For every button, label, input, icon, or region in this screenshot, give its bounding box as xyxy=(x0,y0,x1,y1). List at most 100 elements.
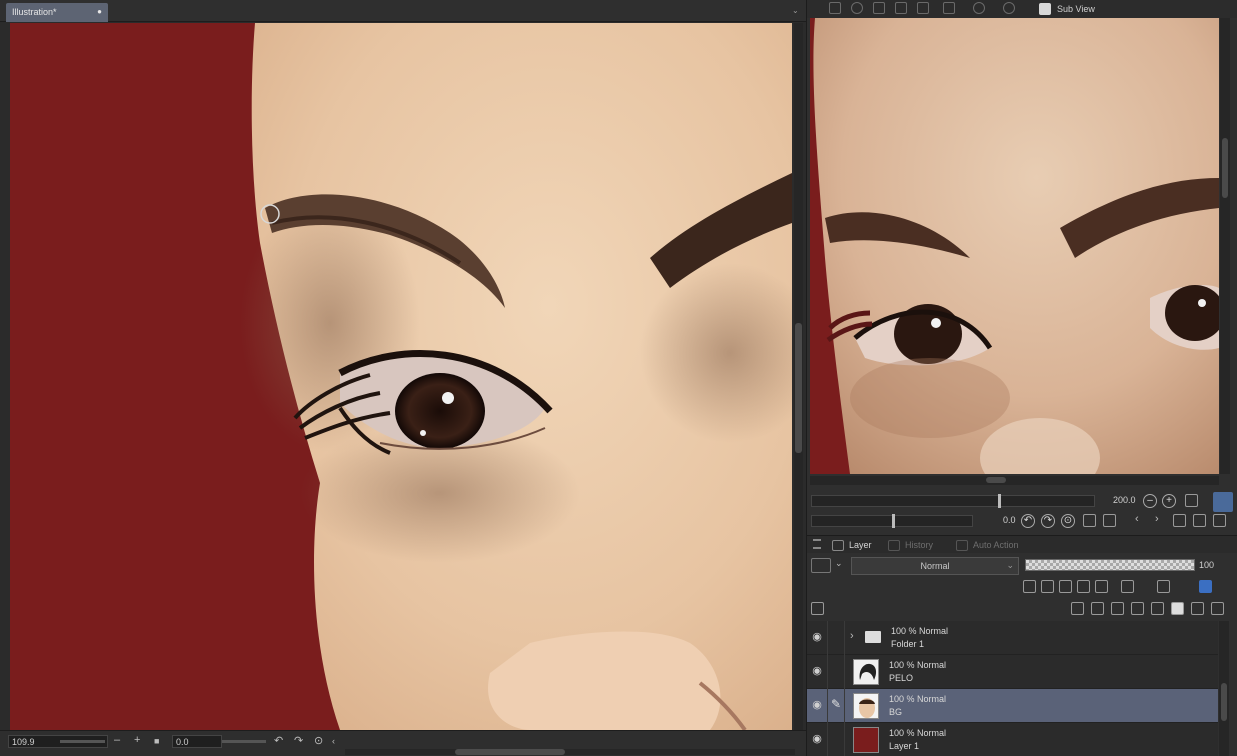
layer-row-folder-1[interactable]: ◉ › 100 % Normal Folder 1 xyxy=(807,621,1218,655)
rotate-left-icon[interactable]: ↶ xyxy=(274,734,283,747)
layer-property-row xyxy=(807,577,1237,597)
scrollbar-thumb[interactable] xyxy=(1221,683,1227,721)
flip-horizontal-icon[interactable] xyxy=(1083,514,1096,527)
tab-sub-view[interactable]: Sub View xyxy=(1035,1,1113,17)
zoom-out-button[interactable]: – xyxy=(114,734,120,746)
rotate-right-icon[interactable]: ↷ xyxy=(294,734,303,747)
canvas-horizontal-scrollbar[interactable] xyxy=(345,749,795,755)
open-folder-icon[interactable] xyxy=(1173,514,1186,527)
scrollbar-thumb[interactable] xyxy=(1222,138,1228,198)
layer-color-icon[interactable] xyxy=(811,558,831,573)
blend-mode-select[interactable]: Normal ⌄ xyxy=(851,557,1019,575)
document-tab[interactable]: Illustration* ● xyxy=(6,3,108,22)
combine-down-icon[interactable] xyxy=(1151,602,1164,615)
trash-icon[interactable] xyxy=(1213,514,1226,527)
monitor-icon[interactable] xyxy=(943,2,955,14)
new-image-icon[interactable] xyxy=(1193,514,1206,527)
transfer-down-icon[interactable] xyxy=(1131,602,1144,615)
new-folder-icon[interactable] xyxy=(1111,602,1124,615)
reference-layer-icon[interactable] xyxy=(1041,580,1054,593)
close-tab-icon[interactable]: ● xyxy=(97,7,102,16)
clip-icon[interactable] xyxy=(1023,580,1036,593)
layer-color-swatch-icon[interactable] xyxy=(1199,580,1212,593)
layer-row-bg[interactable]: ◉ ✎ 100 % Normal BG xyxy=(807,689,1218,723)
eye-icon[interactable]: ◉ xyxy=(810,664,824,678)
lock-transparent-icon[interactable] xyxy=(1095,580,1108,593)
reset-rotation-icon[interactable]: ⊙ xyxy=(1061,514,1075,528)
edit-target-cell[interactable] xyxy=(827,621,845,655)
create-mask-icon[interactable] xyxy=(1171,602,1184,615)
layer-list-scrollbar[interactable] xyxy=(1219,621,1229,756)
rotate-left-icon[interactable]: ↶ xyxy=(1021,514,1035,528)
apply-mask-icon[interactable] xyxy=(1191,602,1204,615)
reset-rotation-icon[interactable]: ⊙ xyxy=(314,734,323,747)
mask-icon[interactable] xyxy=(1121,580,1134,593)
import-image-icon[interactable] xyxy=(829,2,841,14)
eye-icon[interactable]: ◉ xyxy=(810,732,824,746)
scrollbar-thumb[interactable] xyxy=(986,477,1006,483)
new-raster-layer-icon[interactable] xyxy=(1071,602,1084,615)
subview-rotation-slider[interactable] xyxy=(811,514,973,528)
chevron-right-icon[interactable]: › xyxy=(850,630,854,642)
previous-image-icon[interactable]: ‹ xyxy=(1135,513,1139,525)
panel-layout-icon[interactable] xyxy=(811,602,824,615)
layer-row-pelo[interactable]: ◉ 100 % Normal PELO xyxy=(807,655,1218,689)
navigator-icon[interactable] xyxy=(851,2,863,14)
info-icon[interactable] xyxy=(1003,2,1015,14)
scrollbar-thumb[interactable] xyxy=(455,749,565,755)
layer-row-layer-1[interactable]: ◉ 100 % Normal Layer 1 xyxy=(807,723,1218,756)
flip-vertical-icon[interactable] xyxy=(1103,514,1116,527)
rotation-slider[interactable] xyxy=(222,740,266,743)
slider-knob[interactable] xyxy=(998,494,1001,508)
opacity-value[interactable]: 100 xyxy=(1199,560,1214,570)
eye-icon[interactable]: ◉ xyxy=(810,630,824,644)
clear-icon[interactable] xyxy=(873,2,885,14)
chevron-down-icon[interactable]: ⌄ xyxy=(835,558,843,569)
scrollbar-thumb[interactable] xyxy=(795,323,802,453)
subview-zoom-slider[interactable] xyxy=(811,494,1095,508)
subview-zoom-out-icon[interactable]: – xyxy=(1143,494,1157,508)
subview-vertical-scrollbar[interactable] xyxy=(1220,18,1230,474)
tab-history-label: History xyxy=(905,540,934,550)
fit-window-icon[interactable]: ■ xyxy=(154,736,159,746)
opacity-slider[interactable] xyxy=(1025,559,1195,571)
right-panel: Sub View 200.0 – + 0.0 ↶ ↷ ⊙ ‹ › Layer H… xyxy=(806,0,1237,756)
slider-knob[interactable] xyxy=(892,514,895,528)
canvas-vertical-scrollbar[interactable] xyxy=(794,23,803,730)
chevron-down-icon[interactable]: ⌄ xyxy=(792,6,799,15)
edit-target-cell[interactable] xyxy=(827,723,845,756)
layer-name: PELO xyxy=(889,673,914,683)
edit-target-cell[interactable]: ✎ xyxy=(827,689,845,723)
new-vector-layer-icon[interactable] xyxy=(1091,602,1104,615)
subview-image[interactable] xyxy=(810,18,1219,474)
subview-horizontal-scrollbar[interactable] xyxy=(810,476,1219,485)
grid-icon[interactable] xyxy=(917,2,929,14)
delete-layer-icon[interactable] xyxy=(1211,602,1224,615)
eyedropper-button[interactable] xyxy=(1213,492,1233,512)
subview-zoom-in-icon[interactable]: + xyxy=(1162,494,1176,508)
rotation-input[interactable]: 0.0 xyxy=(172,735,222,748)
artwork-face-closeup xyxy=(10,23,792,730)
blend-mode-value: Normal xyxy=(920,561,950,571)
zoom-in-button[interactable]: + xyxy=(134,734,140,746)
fit-icon[interactable] xyxy=(1185,494,1198,507)
color-wheel-icon[interactable] xyxy=(973,2,985,14)
next-image-icon[interactable]: › xyxy=(1155,513,1159,525)
scroll-left-icon[interactable]: ‹ xyxy=(332,736,335,746)
draft-layer-icon[interactable] xyxy=(1059,580,1072,593)
lock-icon[interactable] xyxy=(1077,580,1090,593)
ruler-icon[interactable] xyxy=(1157,580,1170,593)
rotate-right-icon[interactable]: ↷ xyxy=(1041,514,1055,528)
layer-buttons-row xyxy=(807,599,1237,619)
tab-history[interactable]: History xyxy=(885,538,951,553)
eye-icon[interactable]: ◉ xyxy=(810,698,824,712)
layer-mode: 100 % Normal xyxy=(891,626,949,636)
edit-target-cell[interactable] xyxy=(827,655,845,689)
panel-menu-icon[interactable] xyxy=(813,539,821,549)
tab-auto-action[interactable]: Auto Action xyxy=(953,538,1043,553)
close-x-icon[interactable] xyxy=(895,2,907,14)
main-canvas[interactable] xyxy=(10,23,792,730)
subview-icon xyxy=(1039,3,1051,15)
zoom-slider[interactable] xyxy=(60,740,105,743)
tab-layer[interactable]: Layer xyxy=(829,538,889,553)
